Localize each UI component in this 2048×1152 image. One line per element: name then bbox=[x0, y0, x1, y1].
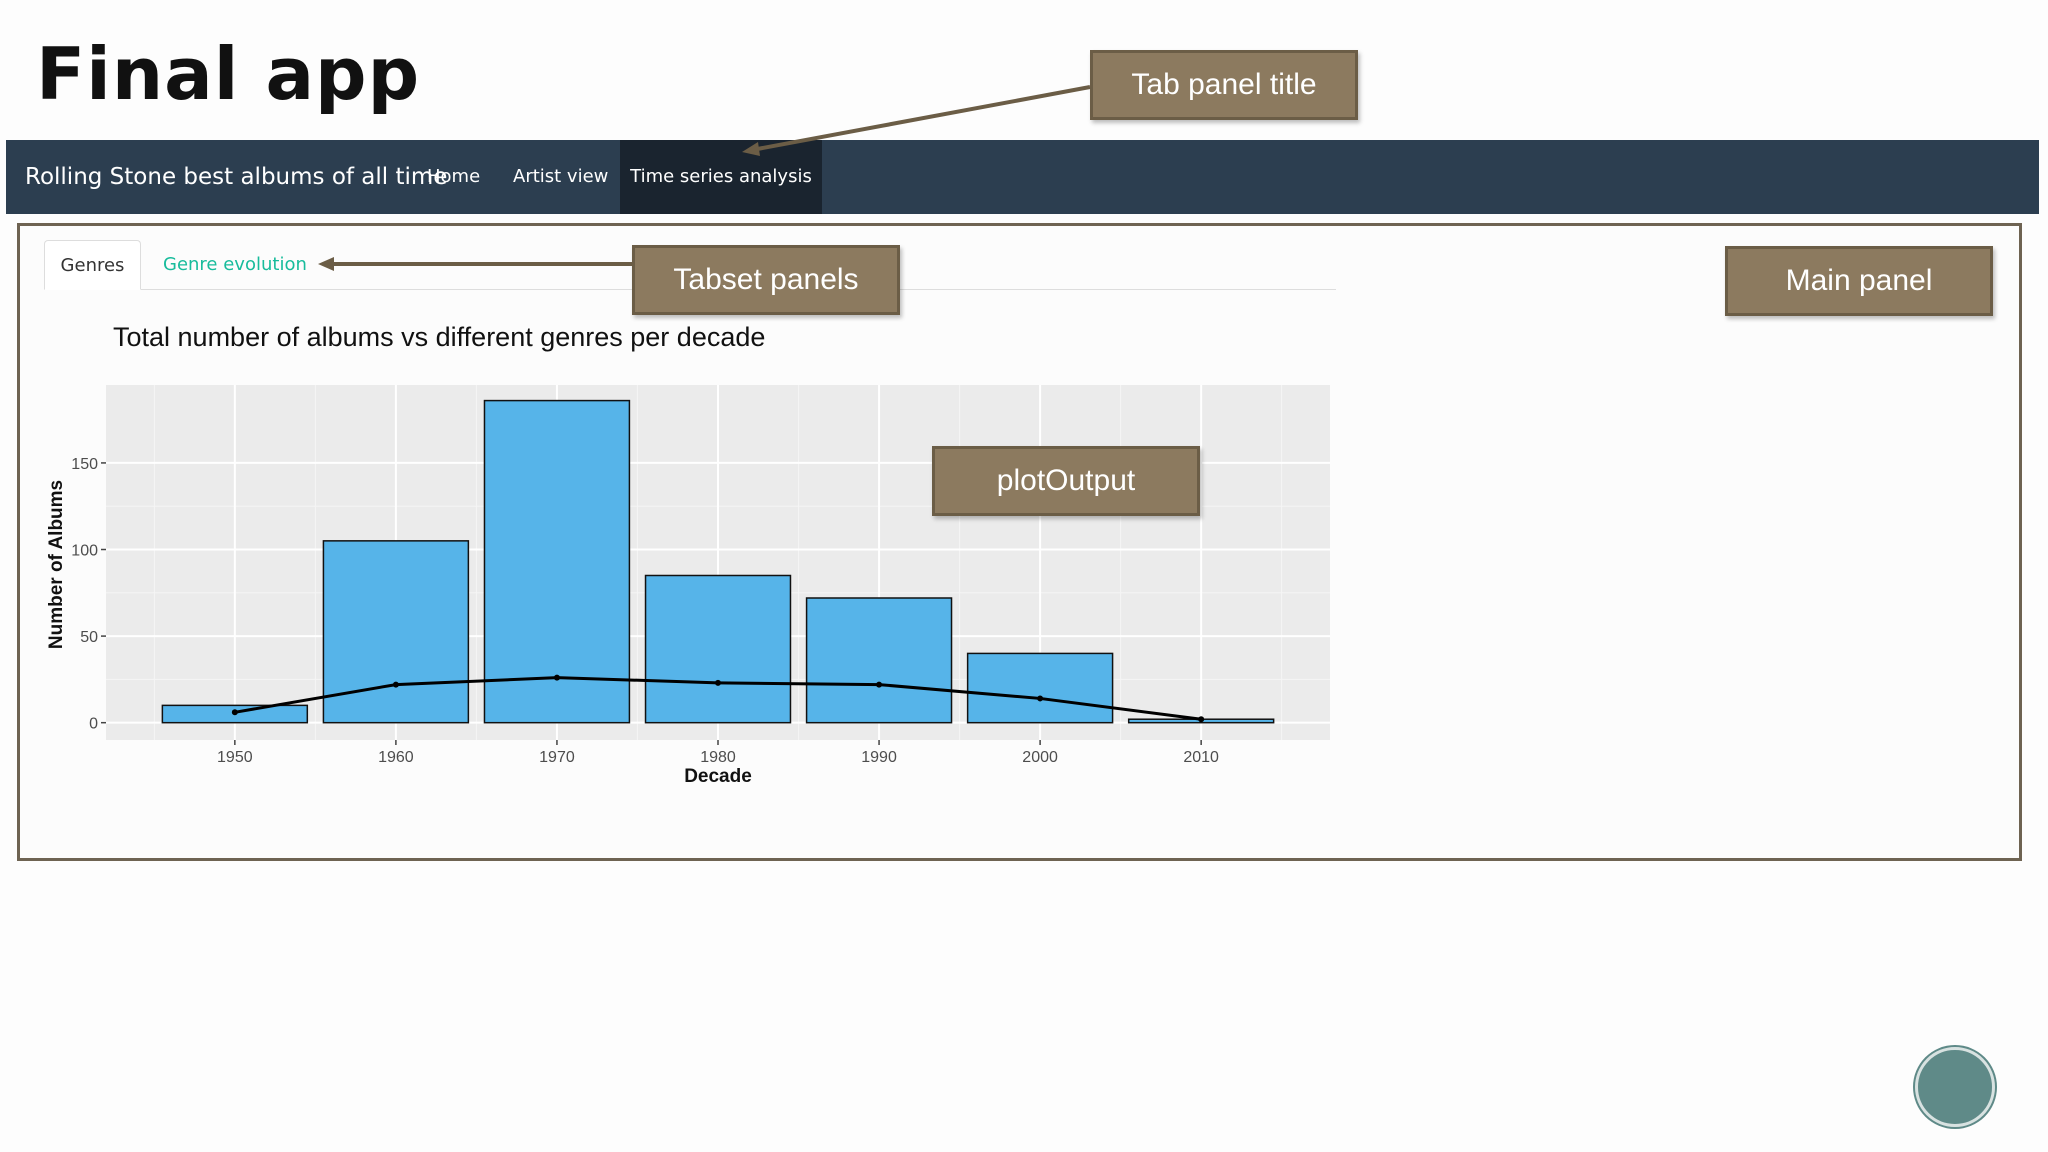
trend-point-1970 bbox=[553, 674, 560, 681]
trend-point-1960 bbox=[392, 681, 399, 688]
bar-1990 bbox=[805, 597, 953, 724]
trend-point-1950 bbox=[231, 709, 238, 716]
y-tick-label: 50 bbox=[80, 629, 98, 646]
tab-genre-evolution[interactable]: Genre evolution bbox=[163, 240, 307, 290]
navbar-brand[interactable]: Rolling Stone best albums of all time bbox=[25, 140, 447, 214]
y-tick-label: 0 bbox=[89, 716, 98, 733]
x-tick-label: 1960 bbox=[378, 749, 414, 766]
tab-genres[interactable]: Genres bbox=[44, 240, 141, 290]
callout-tab-panel-title: Tab panel title bbox=[1090, 50, 1358, 120]
callout-tabset-panels: Tabset panels bbox=[632, 245, 900, 315]
x-axis-label: Decade bbox=[684, 766, 752, 787]
nav-item-home[interactable]: Home bbox=[427, 140, 480, 214]
trend-point-1990 bbox=[876, 681, 883, 688]
x-tick-label: 1950 bbox=[217, 749, 253, 766]
nav-item-artist-view[interactable]: Artist view bbox=[513, 140, 608, 214]
slide-title: Final app bbox=[36, 32, 421, 116]
bar-2000 bbox=[966, 652, 1114, 724]
x-tick-label: 2010 bbox=[1183, 749, 1219, 766]
callout-main-panel: Main panel bbox=[1725, 246, 1993, 316]
x-tick-label: 1970 bbox=[539, 749, 575, 766]
plot-title: Total number of albums vs different genr… bbox=[113, 322, 766, 352]
logo-icon bbox=[1915, 1047, 1995, 1127]
trend-point-2010 bbox=[1198, 716, 1205, 723]
y-tick-label: 150 bbox=[71, 456, 98, 473]
trend-point-2000 bbox=[1037, 695, 1044, 702]
x-tick-label: 2000 bbox=[1022, 749, 1058, 766]
y-axis-label: Number of Albums bbox=[46, 480, 67, 649]
navbar: Rolling Stone best albums of all time Ho… bbox=[6, 140, 2039, 214]
bar-1970 bbox=[483, 399, 631, 724]
trend-point-1980 bbox=[715, 679, 721, 686]
x-tick-label: 1980 bbox=[700, 749, 736, 766]
bar-1980 bbox=[644, 574, 792, 724]
bar-1960 bbox=[322, 540, 470, 724]
plot-output: 0 50 100 150 1950 1960 1970 1980 1990 2000 2010 Dec… bbox=[46, 385, 1330, 787]
nav-item-time-series-analysis[interactable]: Time series analysis bbox=[620, 140, 822, 214]
callout-plot-output: plotOutput bbox=[932, 446, 1200, 516]
x-tick-label: 1990 bbox=[861, 749, 897, 766]
y-tick-label: 100 bbox=[71, 543, 98, 560]
